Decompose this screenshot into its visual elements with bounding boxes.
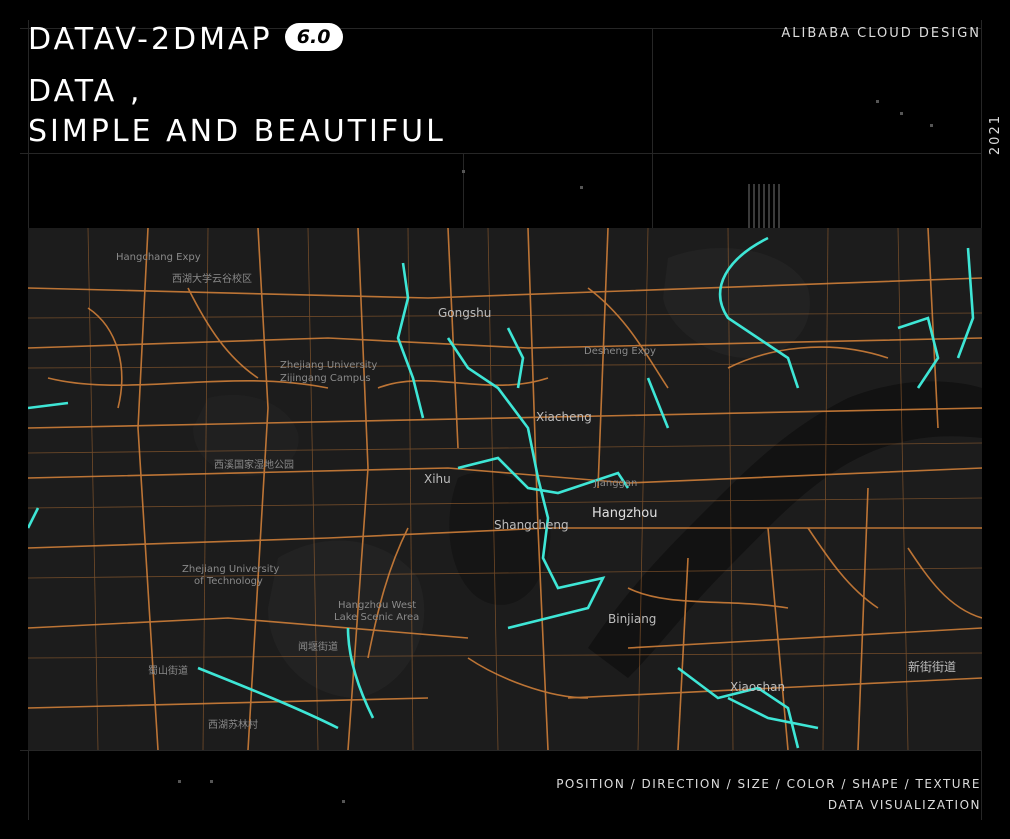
- label-west-lake-1: Hangzhou West: [338, 600, 417, 611]
- label-shupu: 蜀山街道: [148, 666, 188, 677]
- frame-line-bottom: [20, 750, 982, 751]
- deco-dot: [876, 100, 879, 103]
- frame-line-v2: [463, 153, 464, 228]
- label-binjiang: Binjiang: [608, 612, 657, 626]
- label-jianggan: Jianggan: [594, 478, 638, 489]
- label-zjut-2: of Technology: [194, 576, 263, 587]
- label-xianghu: 西湖苏林村: [208, 720, 258, 731]
- deco-dot: [178, 780, 181, 783]
- label-xixi: 西溪国家湿地公园: [214, 460, 294, 471]
- deco-dot: [210, 780, 213, 783]
- label-xiaoshan: Xiaoshan: [730, 680, 786, 694]
- label-hangchang: Hangchang Expy: [116, 252, 201, 263]
- deco-dot: [462, 170, 465, 173]
- map-view[interactable]: Gongshu Xiacheng Xihu Shangcheng Hangzho…: [28, 228, 982, 750]
- label-xihu: Xihu: [424, 472, 451, 486]
- west-lake: [449, 472, 551, 605]
- year-label: 2021: [988, 114, 1003, 156]
- footer-subtitle: DATA VISUALIZATION: [827, 798, 981, 812]
- frame-line-mid: [20, 153, 982, 154]
- frame-line-v1: [652, 28, 653, 228]
- deco-dot: [930, 124, 933, 127]
- label-xiacheng: Xiacheng: [536, 410, 592, 424]
- brand-label: ALIBABA CLOUD DESIGN: [781, 26, 981, 41]
- label-xinjie: 新街街道: [908, 660, 957, 674]
- deco-dot: [900, 112, 903, 115]
- deco-dot: [580, 186, 583, 189]
- tagline-line2: SIMPLE AND BEAUTIFUL: [28, 114, 446, 149]
- label-zju: Zhejiang University: [280, 360, 378, 371]
- footer-attributes: POSITION / DIRECTION / SIZE / COLOR / SH…: [556, 777, 981, 791]
- label-hangzhou: Hangzhou: [592, 506, 658, 521]
- label-zjut-1: Zhejiang University: [182, 564, 280, 575]
- qiantang-river: [588, 381, 982, 678]
- label-xijiao: 西湖大学云谷校区: [172, 274, 252, 285]
- deco-dot: [342, 800, 345, 803]
- version-badge: 6.0: [284, 22, 343, 51]
- label-zju-campus: Zijingang Campus: [280, 373, 371, 384]
- label-west-lake-2: Lake Scenic Area: [334, 612, 420, 623]
- app-title: DATAV-2DMAP 6.0: [28, 22, 343, 57]
- label-shangcheng: Shangcheng: [494, 518, 569, 532]
- label-wenyan: 闻堰街道: [298, 642, 338, 653]
- label-gongshu: Gongshu: [438, 306, 492, 320]
- barcode-decoration: [748, 184, 782, 228]
- label-desheng: Desheng Expy: [584, 346, 656, 357]
- tagline-line1: DATA ,: [28, 74, 143, 109]
